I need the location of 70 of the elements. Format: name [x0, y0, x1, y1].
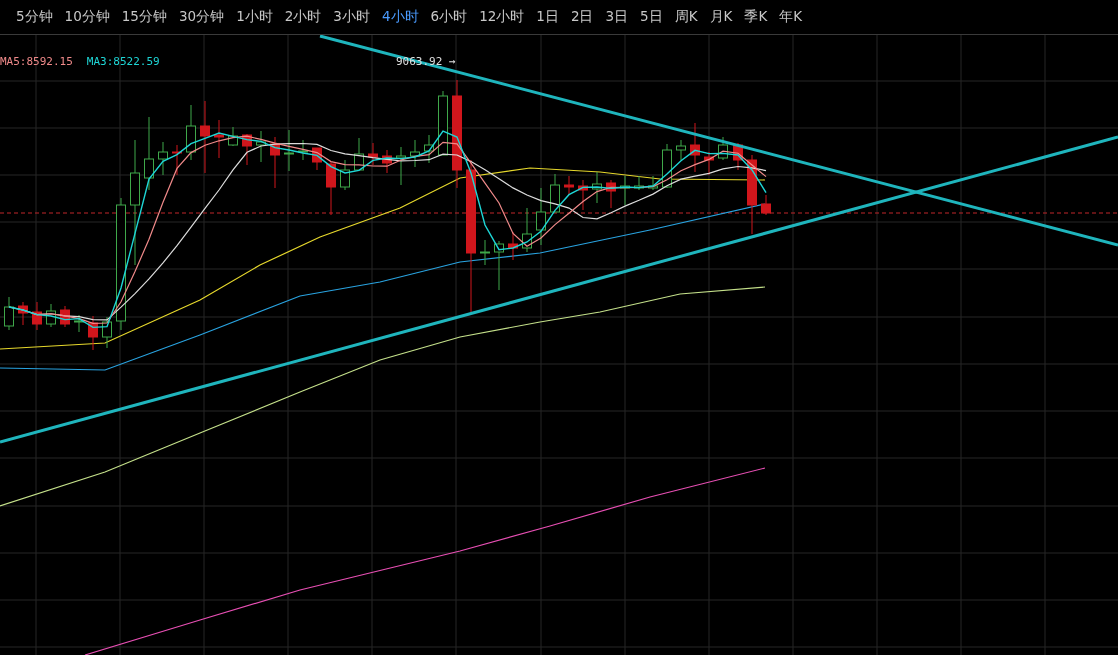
- candlestick: [186, 104, 196, 161]
- timeframe-tab[interactable]: 1日: [530, 8, 565, 26]
- timeframe-tab[interactable]: 4小时: [375, 8, 425, 26]
- candlestick: [410, 139, 420, 168]
- candlestick: [340, 159, 350, 191]
- candlestick: [578, 179, 588, 211]
- timeframe-tab[interactable]: 6小时: [424, 8, 474, 26]
- timeframe-tab[interactable]: 10分钟: [58, 8, 116, 26]
- candlestick: [718, 136, 728, 161]
- candlestick: [704, 151, 714, 176]
- candlestick: [326, 161, 336, 216]
- timeframe-tab[interactable]: 30分钟: [172, 8, 231, 26]
- timeframe-tab[interactable]: 季K: [738, 8, 774, 26]
- candlestick: [690, 122, 700, 173]
- timeframe-tab[interactable]: 3日: [599, 8, 635, 26]
- candlestick: [733, 142, 743, 171]
- candlestick: [761, 194, 771, 216]
- candlestick: [298, 139, 308, 161]
- candlestick: [480, 239, 490, 266]
- timeframe-tab[interactable]: 月K: [703, 8, 739, 26]
- candlestick: [494, 240, 504, 291]
- candlestick: [158, 141, 168, 176]
- candlestick: [634, 175, 644, 191]
- candlestick: [46, 303, 56, 328]
- candlestick: [648, 175, 658, 191]
- timeframe-tab[interactable]: 15分钟: [115, 8, 173, 26]
- moving-average-legend: MA3:8522.59: [86, 55, 160, 68]
- candlestick: [536, 187, 546, 246]
- candlestick: [564, 175, 574, 196]
- candlestick: [32, 301, 42, 331]
- candlestick: [172, 144, 182, 176]
- candlestick: [550, 173, 560, 213]
- timeframe-tab[interactable]: 3小时: [327, 8, 376, 26]
- candlestick: [508, 231, 518, 261]
- candlestick: [256, 130, 266, 163]
- timeframe-tab[interactable]: 2小时: [278, 8, 328, 26]
- candlestick: [60, 305, 70, 328]
- candlestick: [424, 134, 434, 164]
- candlestick: [382, 149, 392, 174]
- candlestick: [662, 143, 672, 189]
- candlestick: [438, 90, 448, 156]
- timeframe-tab[interactable]: 5日: [634, 8, 669, 26]
- trend-line[interactable]: [0, 135, 1118, 444]
- timeframe-tab[interactable]: 12小时: [473, 8, 531, 26]
- timeframe-tab[interactable]: 年K: [773, 8, 809, 26]
- timeframe-tab[interactable]: 周K: [668, 8, 704, 26]
- candlestick: [368, 142, 378, 166]
- candlestick: [214, 119, 224, 159]
- timeframe-tab[interactable]: 1小时: [230, 8, 279, 26]
- candlestick: [396, 146, 406, 186]
- trend-line[interactable]: [319, 35, 1118, 247]
- candlestick: [620, 175, 630, 206]
- candlestick: [270, 136, 280, 189]
- candlestick: [676, 139, 686, 161]
- candlestick: [284, 129, 294, 172]
- candlestick: [74, 314, 84, 333]
- timeframe-tab[interactable]: 2日: [564, 8, 600, 26]
- candlestick: [522, 207, 532, 253]
- candlestick: [4, 296, 14, 331]
- moving-average-legend: MA5:8592.15: [0, 55, 73, 68]
- candlestick: [354, 137, 364, 171]
- timeframe-tab[interactable]: 5分钟: [10, 8, 59, 26]
- candlestick: [228, 126, 238, 147]
- candlestick: [102, 316, 112, 349]
- candlestick: [242, 133, 252, 166]
- candlestick: [88, 315, 98, 351]
- candlestick: [606, 179, 616, 209]
- candlestick: [18, 301, 28, 326]
- candlestick: [312, 147, 322, 171]
- candlestick: [592, 171, 602, 204]
